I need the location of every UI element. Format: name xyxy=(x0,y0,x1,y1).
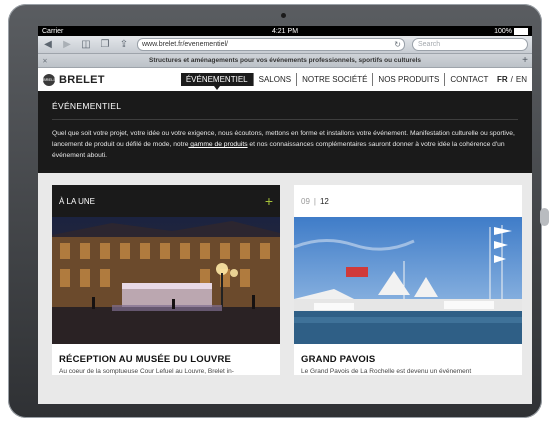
reload-icon[interactable]: ↻ xyxy=(394,39,401,50)
harbor-scene-illustration xyxy=(294,217,522,344)
card-excerpt: Au coeur de la somptueuse Cour Lefuel au… xyxy=(59,368,234,375)
battery-percent: 100% xyxy=(494,27,512,35)
site-header: BRELET BRELET ÉVÉNEMENTIEL SALONS NOTRE … xyxy=(38,68,532,91)
tab-title[interactable]: Structures et aménagements pour vos évén… xyxy=(52,57,518,64)
plus-icon[interactable]: + xyxy=(265,194,273,208)
menu-item-contact[interactable]: CONTACT xyxy=(444,73,493,86)
ipad-frame: Carrier 4:21 PM 100% ◀ ▶ ◫ ❐ ⇪ www.brele… xyxy=(8,4,549,418)
card-title[interactable]: GRAND PAVOIS xyxy=(294,344,522,368)
back-icon[interactable]: ◀ xyxy=(42,39,54,50)
intro-section: ÉVÉNEMENTIEL Quel que soit votre projet,… xyxy=(38,91,532,173)
share-icon[interactable]: ⇪ xyxy=(118,39,130,50)
menu-item-nos-produits[interactable]: NOS PRODUITS xyxy=(372,73,444,86)
battery-icon xyxy=(514,27,528,35)
card-title[interactable]: RÉCEPTION AU MUSÉE DU LOUVRE xyxy=(52,344,280,368)
camera xyxy=(281,13,286,18)
menu-item-salons[interactable]: SALONS xyxy=(252,73,296,86)
address-bar[interactable]: www.brelet.fr/evenementiel/ ↻ xyxy=(137,38,405,51)
language-switcher: FR / EN xyxy=(497,75,527,84)
menu-item-evenementiel[interactable]: ÉVÉNEMENTIEL xyxy=(180,73,253,90)
menu-item-notre-societe[interactable]: NOTRE SOCIÉTÉ xyxy=(296,73,372,86)
lang-fr[interactable]: FR xyxy=(497,75,508,84)
date-month: 12 xyxy=(319,196,329,206)
forward-icon[interactable]: ▶ xyxy=(61,39,73,50)
louvre-night-scene-illustration xyxy=(52,217,280,344)
status-bar: Carrier 4:21 PM 100% xyxy=(38,26,532,36)
carrier-label: Carrier xyxy=(42,27,64,35)
date-day: 09 xyxy=(301,196,310,206)
date-separator: | xyxy=(313,196,316,206)
logo-mark-icon: BRELET xyxy=(43,73,59,86)
news-cards: À LA UNE + RÉCEPTION AU MUSÉE DU LOUVRE … xyxy=(38,173,532,375)
news-card-louvre[interactable]: À LA UNE + RÉCEPTION AU MUSÉE DU LOUVRE … xyxy=(52,185,280,375)
grand-pavois-image[interactable] xyxy=(294,217,522,344)
page-title: ÉVÉNEMENTIEL xyxy=(52,101,518,120)
tab-bar: ✕ Structures et aménagements pour vos év… xyxy=(38,54,532,68)
louvre-image[interactable] xyxy=(52,217,280,344)
card-excerpt: Le Grand Pavois de La Rochelle est deven… xyxy=(301,368,472,375)
url-text: www.brelet.fr/evenementiel/ xyxy=(142,41,228,48)
new-tab-icon[interactable]: + xyxy=(518,55,532,66)
tabs-icon[interactable]: ❐ xyxy=(99,39,111,50)
search-input[interactable]: Search xyxy=(412,38,528,51)
safari-toolbar: ◀ ▶ ◫ ❐ ⇪ www.brelet.fr/evenementiel/ ↻ … xyxy=(38,36,532,54)
close-tab-icon[interactable]: ✕ xyxy=(38,57,52,65)
featured-label: À LA UNE xyxy=(59,196,96,206)
site-logo[interactable]: BRELET BRELET xyxy=(43,73,105,86)
clock: 4:21 PM xyxy=(271,27,299,35)
lang-en[interactable]: EN xyxy=(516,75,527,84)
screen: Carrier 4:21 PM 100% ◀ ▶ ◫ ❐ ⇪ www.brele… xyxy=(38,26,532,404)
main-menu: ÉVÉNEMENTIEL SALONS NOTRE SOCIÉTÉ NOS PR… xyxy=(180,73,494,90)
bookmarks-icon[interactable]: ◫ xyxy=(80,39,92,50)
news-card-grand-pavois[interactable]: 09 | 12 GRAND PAVOIS Le Grand Pavois de … xyxy=(294,185,522,375)
lang-separator: / xyxy=(510,75,513,84)
products-link[interactable]: gamme de produits xyxy=(188,141,247,148)
side-button xyxy=(540,208,549,226)
card-date: 09 | 12 xyxy=(294,185,522,217)
intro-text: Quel que soit votre projet, votre idée o… xyxy=(52,130,515,159)
logo-text: BRELET xyxy=(59,73,105,86)
card-header: À LA UNE + xyxy=(52,185,280,217)
